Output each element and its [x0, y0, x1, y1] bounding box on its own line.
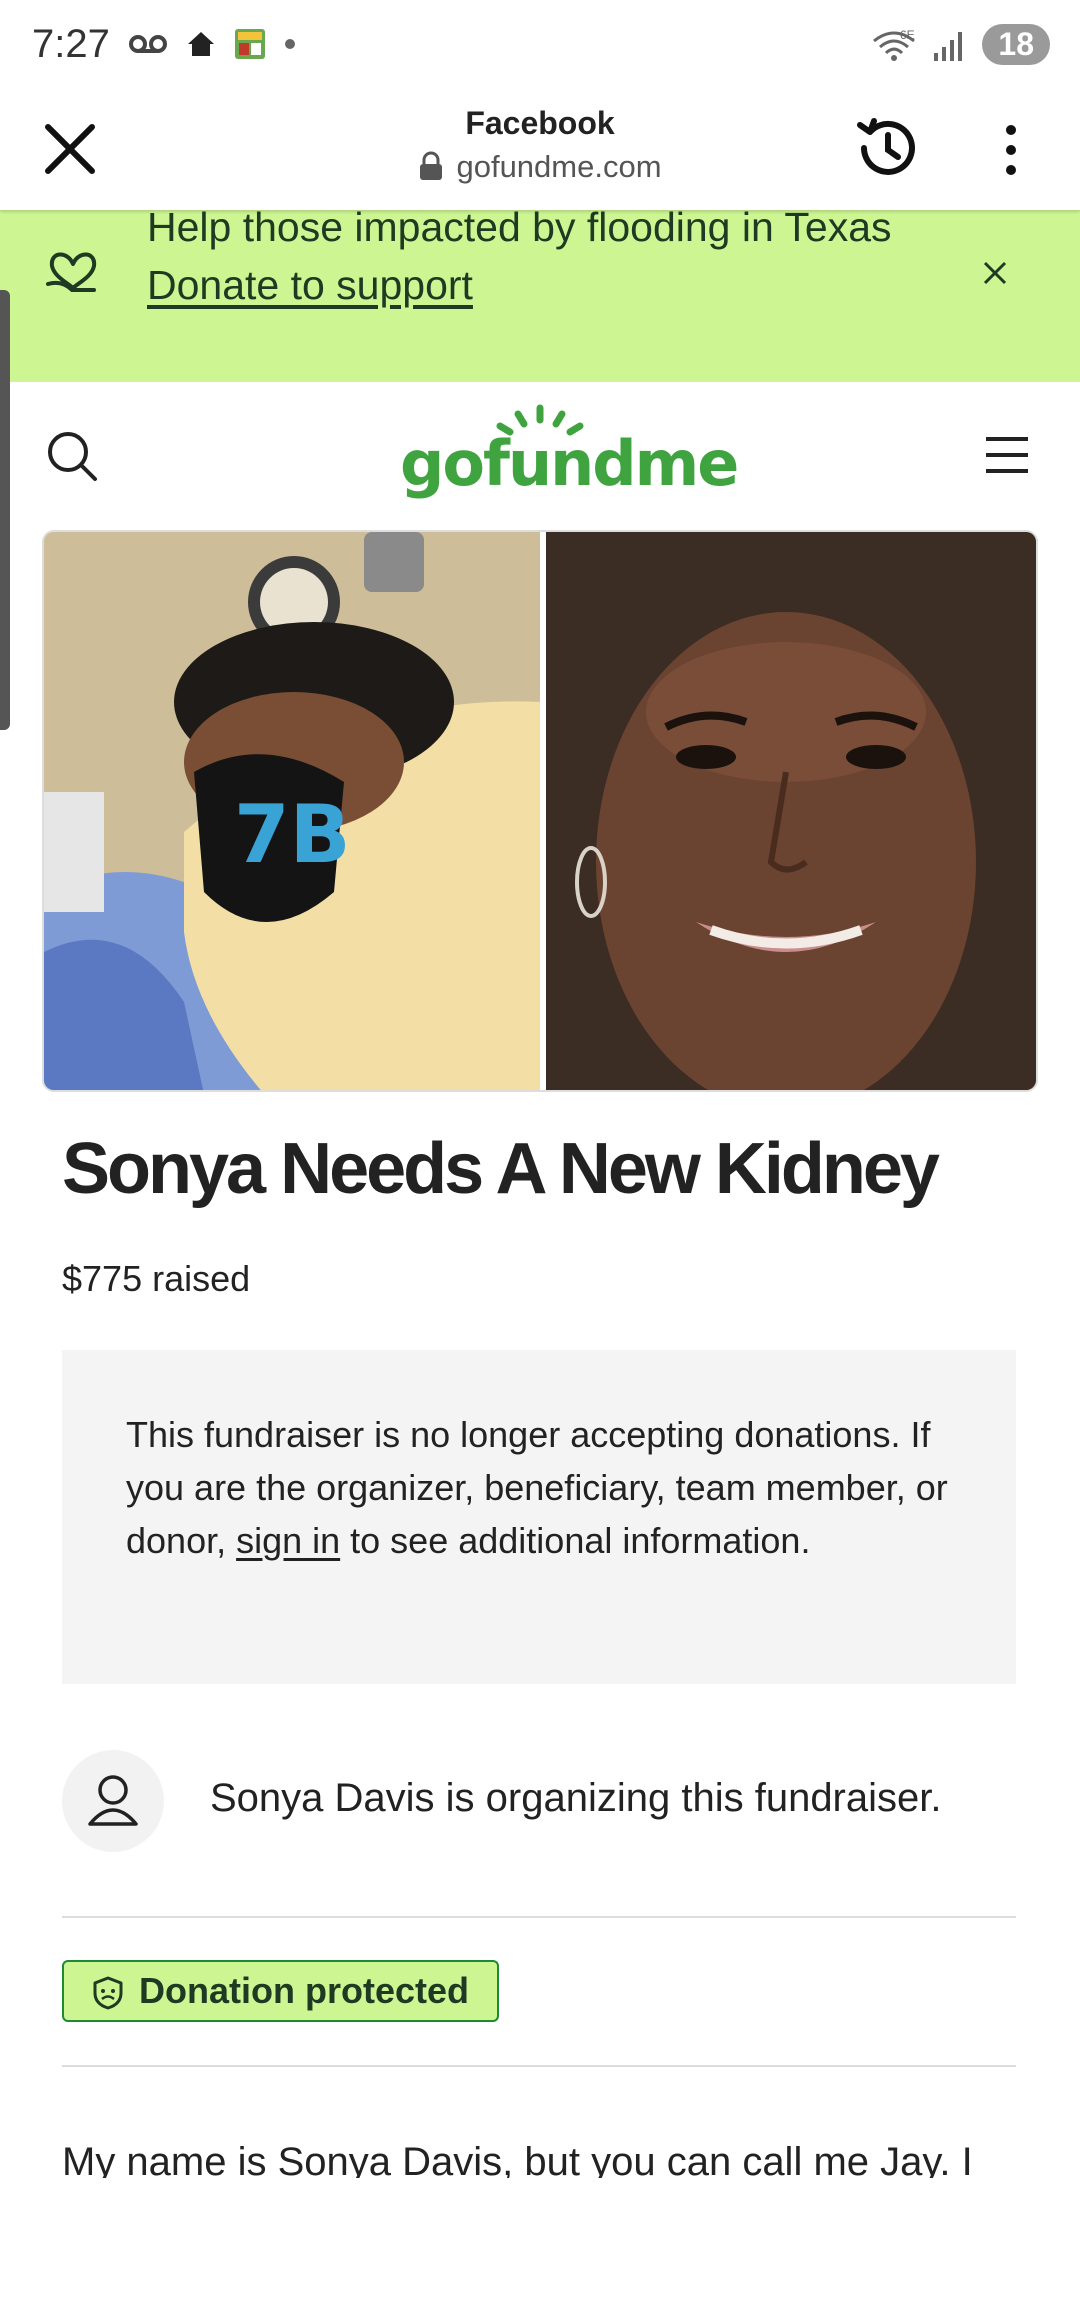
signal-icon	[934, 31, 963, 61]
closed-fundraiser-notice: This fundraiser is no longer accepting d…	[62, 1350, 1016, 1684]
divider-bottom	[62, 2065, 1016, 2067]
logo-wordmark: gofundme	[400, 427, 739, 500]
sign-in-link[interactable]: sign in	[236, 1520, 340, 1561]
campaign-title: Sonya Needs A New Kidney	[62, 1129, 940, 1209]
donation-protected-label: Donation protected	[139, 1970, 469, 2011]
divider-top	[62, 1916, 1016, 1918]
hamburger-menu-icon[interactable]	[984, 434, 1030, 476]
battery-indicator: 18	[982, 24, 1050, 65]
organizer-row: Sonya Davis is organizing this fundraise…	[62, 1750, 1022, 1852]
wifi-icon: 6E	[873, 28, 916, 61]
status-bar: 7:27 6E 18	[0, 0, 1080, 95]
status-time: 7:27	[32, 22, 110, 66]
browser-toolbar: Facebook gofundme.com	[0, 95, 1080, 210]
donation-protected-badge[interactable]: Donation protected	[62, 1960, 499, 2022]
story-text: My name is Sonya Davis, but you can call…	[62, 2140, 973, 2178]
portrait-photo	[539, 532, 1036, 1090]
user-icon	[88, 1775, 138, 1826]
banner-close-icon[interactable]	[980, 258, 1010, 288]
hospital-bed-photo: 7B	[44, 532, 540, 1090]
svg-text:6E: 6E	[900, 28, 915, 42]
notice-text: This fundraiser is no longer accepting d…	[126, 1408, 976, 1567]
voicemail-icon	[129, 35, 167, 53]
scroll-indicator[interactable]	[0, 290, 10, 730]
shield-icon	[93, 1976, 123, 2010]
donate-to-support-link[interactable]: Donate to support	[147, 262, 473, 309]
notice-text-end: to see additional information.	[340, 1520, 811, 1561]
app-notification-icon	[235, 29, 265, 59]
amount-raised: $775 raised	[62, 1258, 251, 1299]
url-text: gofundme.com	[456, 149, 662, 184]
system-icons: 6E 18	[870, 24, 1050, 65]
more-options-icon[interactable]	[1000, 120, 1022, 180]
gofundme-logo[interactable]: gofundme	[400, 404, 739, 500]
announcement-banner: Help those impacted by flooding in Texas…	[0, 210, 1080, 382]
search-icon[interactable]	[46, 430, 98, 482]
banner-message: Help those impacted by flooding in Texas	[147, 210, 892, 250]
avatar	[62, 1750, 164, 1852]
history-icon[interactable]	[850, 113, 920, 183]
lock-icon	[420, 151, 443, 180]
notification-icons	[128, 28, 296, 60]
site-header: gofundme	[0, 382, 1080, 532]
portrait-illustration	[545, 532, 1036, 1090]
home-icon	[188, 32, 214, 56]
organizer-text: Sonya Davis is organizing this fundraise…	[210, 1776, 942, 1820]
hospital-scene-illustration: 7B	[44, 532, 540, 1090]
dot-icon	[285, 39, 295, 49]
heart-hand-icon	[46, 252, 97, 292]
svg-text:7B: 7B	[234, 788, 351, 881]
campaign-hero-image: 7B	[42, 530, 1038, 1092]
